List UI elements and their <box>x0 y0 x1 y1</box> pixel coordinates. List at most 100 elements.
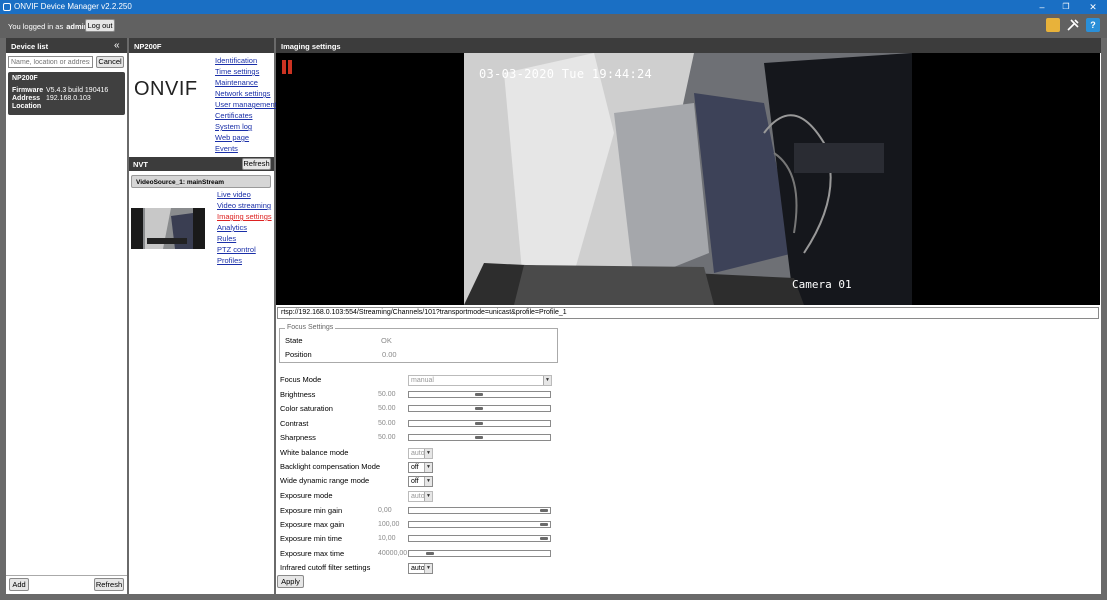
settings-folder-icon[interactable] <box>1046 18 1060 32</box>
exp-min-gain-slider[interactable] <box>408 507 551 514</box>
device-link-certificates[interactable]: Certificates <box>215 111 253 120</box>
brightness-slider[interactable] <box>408 391 551 398</box>
color-saturation-label: Color saturation <box>280 404 333 413</box>
focus-settings-group: Focus Settings State OK Position 0.00 <box>279 324 558 363</box>
location-label: Location <box>12 103 42 110</box>
video-source-item[interactable]: VideoSource_1: mainStream <box>131 175 271 188</box>
contrast-slider-thumb[interactable] <box>475 422 483 425</box>
chevron-down-icon[interactable]: ▼ <box>424 564 432 573</box>
restore-icon[interactable]: ❐ <box>1059 1 1073 13</box>
window-title: ONVIF Device Manager v2.2.250 <box>14 2 132 11</box>
device-link-network-settings[interactable]: Network settings <box>215 89 270 98</box>
logout-button[interactable]: Log out <box>85 19 115 32</box>
firmware-value: V5.4.3 build 190416 <box>46 87 109 94</box>
exp-max-time-slider[interactable] <box>408 550 551 557</box>
chevron-down-icon[interactable]: ▼ <box>424 463 432 472</box>
brightness-label: Brightness <box>280 390 316 399</box>
sharpness-slider-thumb[interactable] <box>475 436 483 439</box>
exp-min-time-slider-thumb[interactable] <box>540 537 548 540</box>
device-link-events[interactable]: Events <box>215 144 238 153</box>
white-balance-label: White balance mode <box>280 448 349 457</box>
minimize-icon[interactable]: – <box>1035 1 1049 13</box>
login-prefix: You logged in as <box>8 22 64 31</box>
exp-min-time-slider[interactable] <box>408 535 551 542</box>
nvt-header: NVT Refresh <box>129 157 274 171</box>
pause-icon[interactable] <box>282 60 286 74</box>
color-saturation-slider[interactable] <box>408 405 551 412</box>
brightness-slider-thumb[interactable] <box>475 393 483 396</box>
exp-min-gain-slider-thumb[interactable] <box>540 509 548 512</box>
focus-state-value: OK <box>381 336 392 345</box>
ir-cut-label: Infrared cutoff filter settings <box>280 563 371 572</box>
exp-max-gain-label: Exposure max gain <box>280 520 345 529</box>
color-saturation-value: 50.00 <box>378 405 396 412</box>
device-item[interactable]: NP200F Firmware V5.4.3 build 190416 Addr… <box>8 72 125 115</box>
video-viewer[interactable]: 03-03-2020 Tue 19:44:24 Camera 01 <box>276 53 1100 305</box>
cancel-button[interactable]: Cancel <box>96 56 124 68</box>
chevron-down-icon: ▼ <box>543 376 551 385</box>
brightness-value: 50.00 <box>378 391 396 398</box>
device-list-panel: Device list « Cancel NP200F Firmware V5.… <box>6 38 127 594</box>
backlight-select[interactable]: off ▼ <box>408 462 433 473</box>
nvt-refresh-button[interactable]: Refresh <box>242 158 271 170</box>
collapse-icon[interactable]: « <box>114 40 120 51</box>
exp-min-gain-label: Exposure min gain <box>280 506 343 515</box>
device-link-maintenance[interactable]: Maintenance <box>215 78 258 87</box>
exposure-mode-label: Exposure mode <box>280 491 333 500</box>
source-link-video-streaming[interactable]: Video streaming <box>217 201 271 210</box>
address-value: 192.168.0.103 <box>46 95 91 102</box>
sharpness-value: 50.00 <box>378 434 396 441</box>
device-panel-header: NP200F <box>129 38 274 53</box>
focus-settings-legend: Focus Settings <box>285 324 336 331</box>
exposure-mode-selected-value: auto <box>411 493 425 500</box>
window-titlebar: ONVIF Device Manager v2.2.250 – ❐ ✕ <box>0 0 1107 14</box>
contrast-label: Contrast <box>280 419 309 428</box>
nvt-title: NVT <box>133 160 148 169</box>
ir-cut-select[interactable]: auto ▼ <box>408 563 433 574</box>
imaging-header: Imaging settings <box>276 38 1101 53</box>
exp-max-gain-slider[interactable] <box>408 521 551 528</box>
help-icon[interactable]: ? <box>1086 18 1100 32</box>
ir-cut-selected-value: auto <box>411 565 425 572</box>
source-link-rules[interactable]: Rules <box>217 234 236 243</box>
device-link-system-log[interactable]: System log <box>215 122 252 131</box>
focus-mode-select: manual ▼ <box>408 375 552 386</box>
wdr-select[interactable]: off ▼ <box>408 476 433 487</box>
app-icon <box>3 3 11 11</box>
contrast-slider[interactable] <box>408 420 551 427</box>
device-link-user-management[interactable]: User management <box>215 100 277 109</box>
device-name: NP200F <box>12 75 38 82</box>
close-icon[interactable]: ✕ <box>1086 1 1100 13</box>
tools-icon[interactable] <box>1066 18 1080 32</box>
exposure-mode-select: auto ▼ <box>408 491 433 502</box>
refresh-devices-button[interactable]: Refresh <box>94 578 124 591</box>
device-search-input[interactable] <box>8 56 93 68</box>
sharpness-slider[interactable] <box>408 434 551 441</box>
device-panel: NP200F ONVIF Identification Time settings… <box>129 38 277 594</box>
device-panel-title: NP200F <box>134 42 162 51</box>
device-link-time-settings[interactable]: Time settings <box>215 67 259 76</box>
apply-button[interactable]: Apply <box>277 575 304 588</box>
device-link-web-page[interactable]: Web page <box>215 133 249 142</box>
source-link-profiles[interactable]: Profiles <box>217 256 242 265</box>
exp-max-gain-slider-thumb[interactable] <box>540 523 548 526</box>
add-device-button[interactable]: Add <box>9 578 29 591</box>
device-link-identification[interactable]: Identification <box>215 56 257 65</box>
exp-min-gain-value: 0,00 <box>378 507 392 514</box>
exp-min-time-value: 10,00 <box>378 535 396 542</box>
color-saturation-slider-thumb[interactable] <box>475 407 483 410</box>
source-link-live-video[interactable]: Live video <box>217 190 251 199</box>
wdr-label: Wide dynamic range mode <box>280 476 370 485</box>
source-link-imaging-settings[interactable]: Imaging settings <box>217 212 272 221</box>
focus-mode-label: Focus Mode <box>280 375 322 384</box>
stream-url-field[interactable]: rtsp://192.168.0.103:554/Streaming/Chann… <box>277 307 1099 319</box>
focus-position-value: 0.00 <box>382 350 397 359</box>
imaging-panel: Imaging settings 03-03-2020 Tue 19:44:24… <box>276 38 1101 594</box>
video-thumbnail[interactable] <box>131 208 205 249</box>
source-link-analytics[interactable]: Analytics <box>217 223 247 232</box>
backlight-label: Backlight compensation Mode <box>280 462 381 471</box>
address-label: Address <box>12 95 41 102</box>
source-link-ptz-control[interactable]: PTZ control <box>217 245 256 254</box>
chevron-down-icon[interactable]: ▼ <box>424 477 432 486</box>
exp-max-time-slider-thumb[interactable] <box>426 552 434 555</box>
